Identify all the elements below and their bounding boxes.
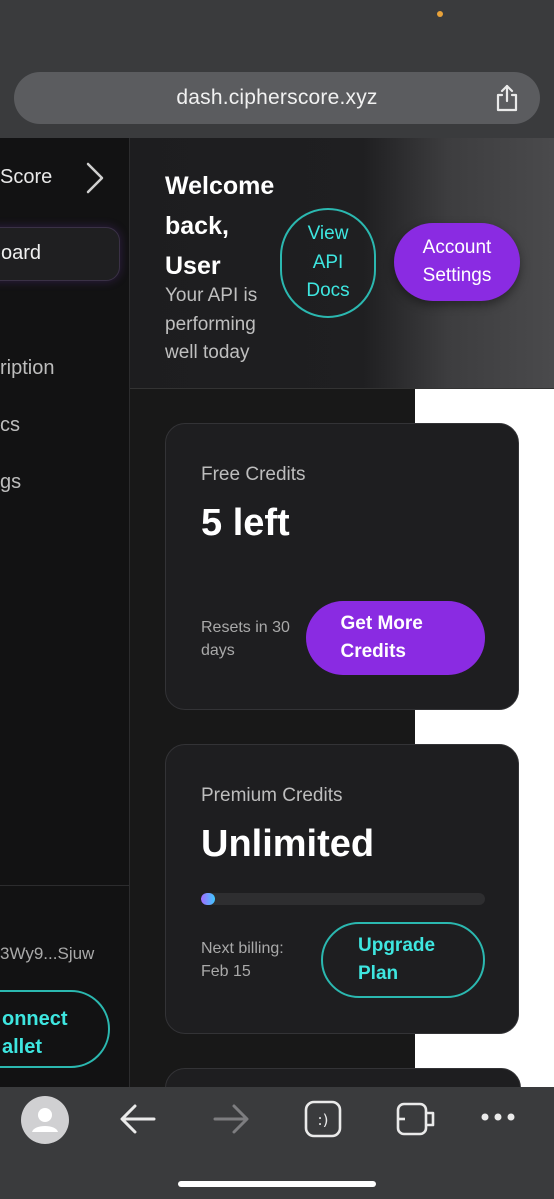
usage-progress-bar (201, 893, 485, 905)
view-api-docs-button[interactable]: View API Docs (280, 208, 376, 318)
browser-top-bar: dash.cipherscore.xyz (0, 0, 554, 138)
upgrade-plan-button[interactable]: Upgrade Plan (321, 922, 485, 998)
dashboard-header: Welcome back, User Your API is performin… (130, 138, 554, 389)
next-billing-note: Next billing: Feb 15 (201, 940, 284, 980)
account-settings-button[interactable]: Account Settings (394, 223, 520, 301)
sidebar-divider (0, 885, 129, 886)
welcome-heading: Welcome back, User (165, 172, 275, 280)
tabs-icon[interactable] (395, 1101, 437, 1137)
sidebar-item-label: oard (1, 242, 42, 264)
sidebar-item-dashboard[interactable]: oard (0, 227, 120, 281)
connect-wallet-button[interactable]: onnect allet (0, 990, 110, 1068)
recording-indicator (437, 11, 443, 17)
url-text: dash.cipherscore.xyz (176, 86, 378, 109)
account-settings-label: Account Settings (422, 236, 492, 287)
sidebar-item-settings[interactable]: gs (0, 471, 21, 494)
avatar-icon[interactable] (21, 1096, 69, 1144)
home-indicator (178, 1181, 376, 1187)
reader-icon[interactable]: :) (304, 1100, 342, 1138)
premium-credits-value: Unlimited (201, 823, 375, 865)
upgrade-plan-label: Upgrade Plan (358, 934, 436, 985)
get-more-credits-button[interactable]: Get More Credits (306, 601, 485, 675)
sidebar-brand: Score (0, 166, 53, 188)
free-credits-card: Free Credits 5 left Resets in 30 days Ge… (165, 423, 519, 710)
welcome-subtitle: Your API is performing well today (165, 285, 258, 363)
free-credits-reset-note: Resets in 30 days (201, 619, 290, 659)
premium-credits-card: Premium Credits Unlimited Next billing: … (165, 744, 519, 1034)
get-more-credits-label: Get More Credits (340, 612, 423, 663)
free-credits-label: Free Credits (201, 464, 306, 485)
sidebar-item-docs[interactable]: cs (0, 414, 20, 437)
sidebar-item-subscription[interactable]: ription (0, 357, 54, 380)
forward-arrow-icon[interactable] (211, 1101, 251, 1137)
premium-credits-label: Premium Credits (201, 785, 343, 806)
more-icon[interactable] (480, 1111, 516, 1123)
share-icon[interactable] (494, 84, 520, 112)
wallet-address: 3Wy9...Sjuw (0, 944, 95, 963)
usage-progress-fill (201, 893, 216, 905)
chevron-right-icon[interactable] (84, 160, 106, 196)
connect-wallet-label: onnect allet (2, 1008, 68, 1058)
svg-text::): :) (318, 1111, 329, 1129)
sidebar: Score oard ription cs gs 3Wy9...Sjuw onn… (0, 138, 130, 1088)
address-bar[interactable]: dash.cipherscore.xyz (14, 72, 540, 124)
view-api-docs-label: View API Docs (306, 223, 350, 302)
free-credits-value: 5 left (201, 502, 290, 544)
back-arrow-icon[interactable] (118, 1101, 158, 1137)
